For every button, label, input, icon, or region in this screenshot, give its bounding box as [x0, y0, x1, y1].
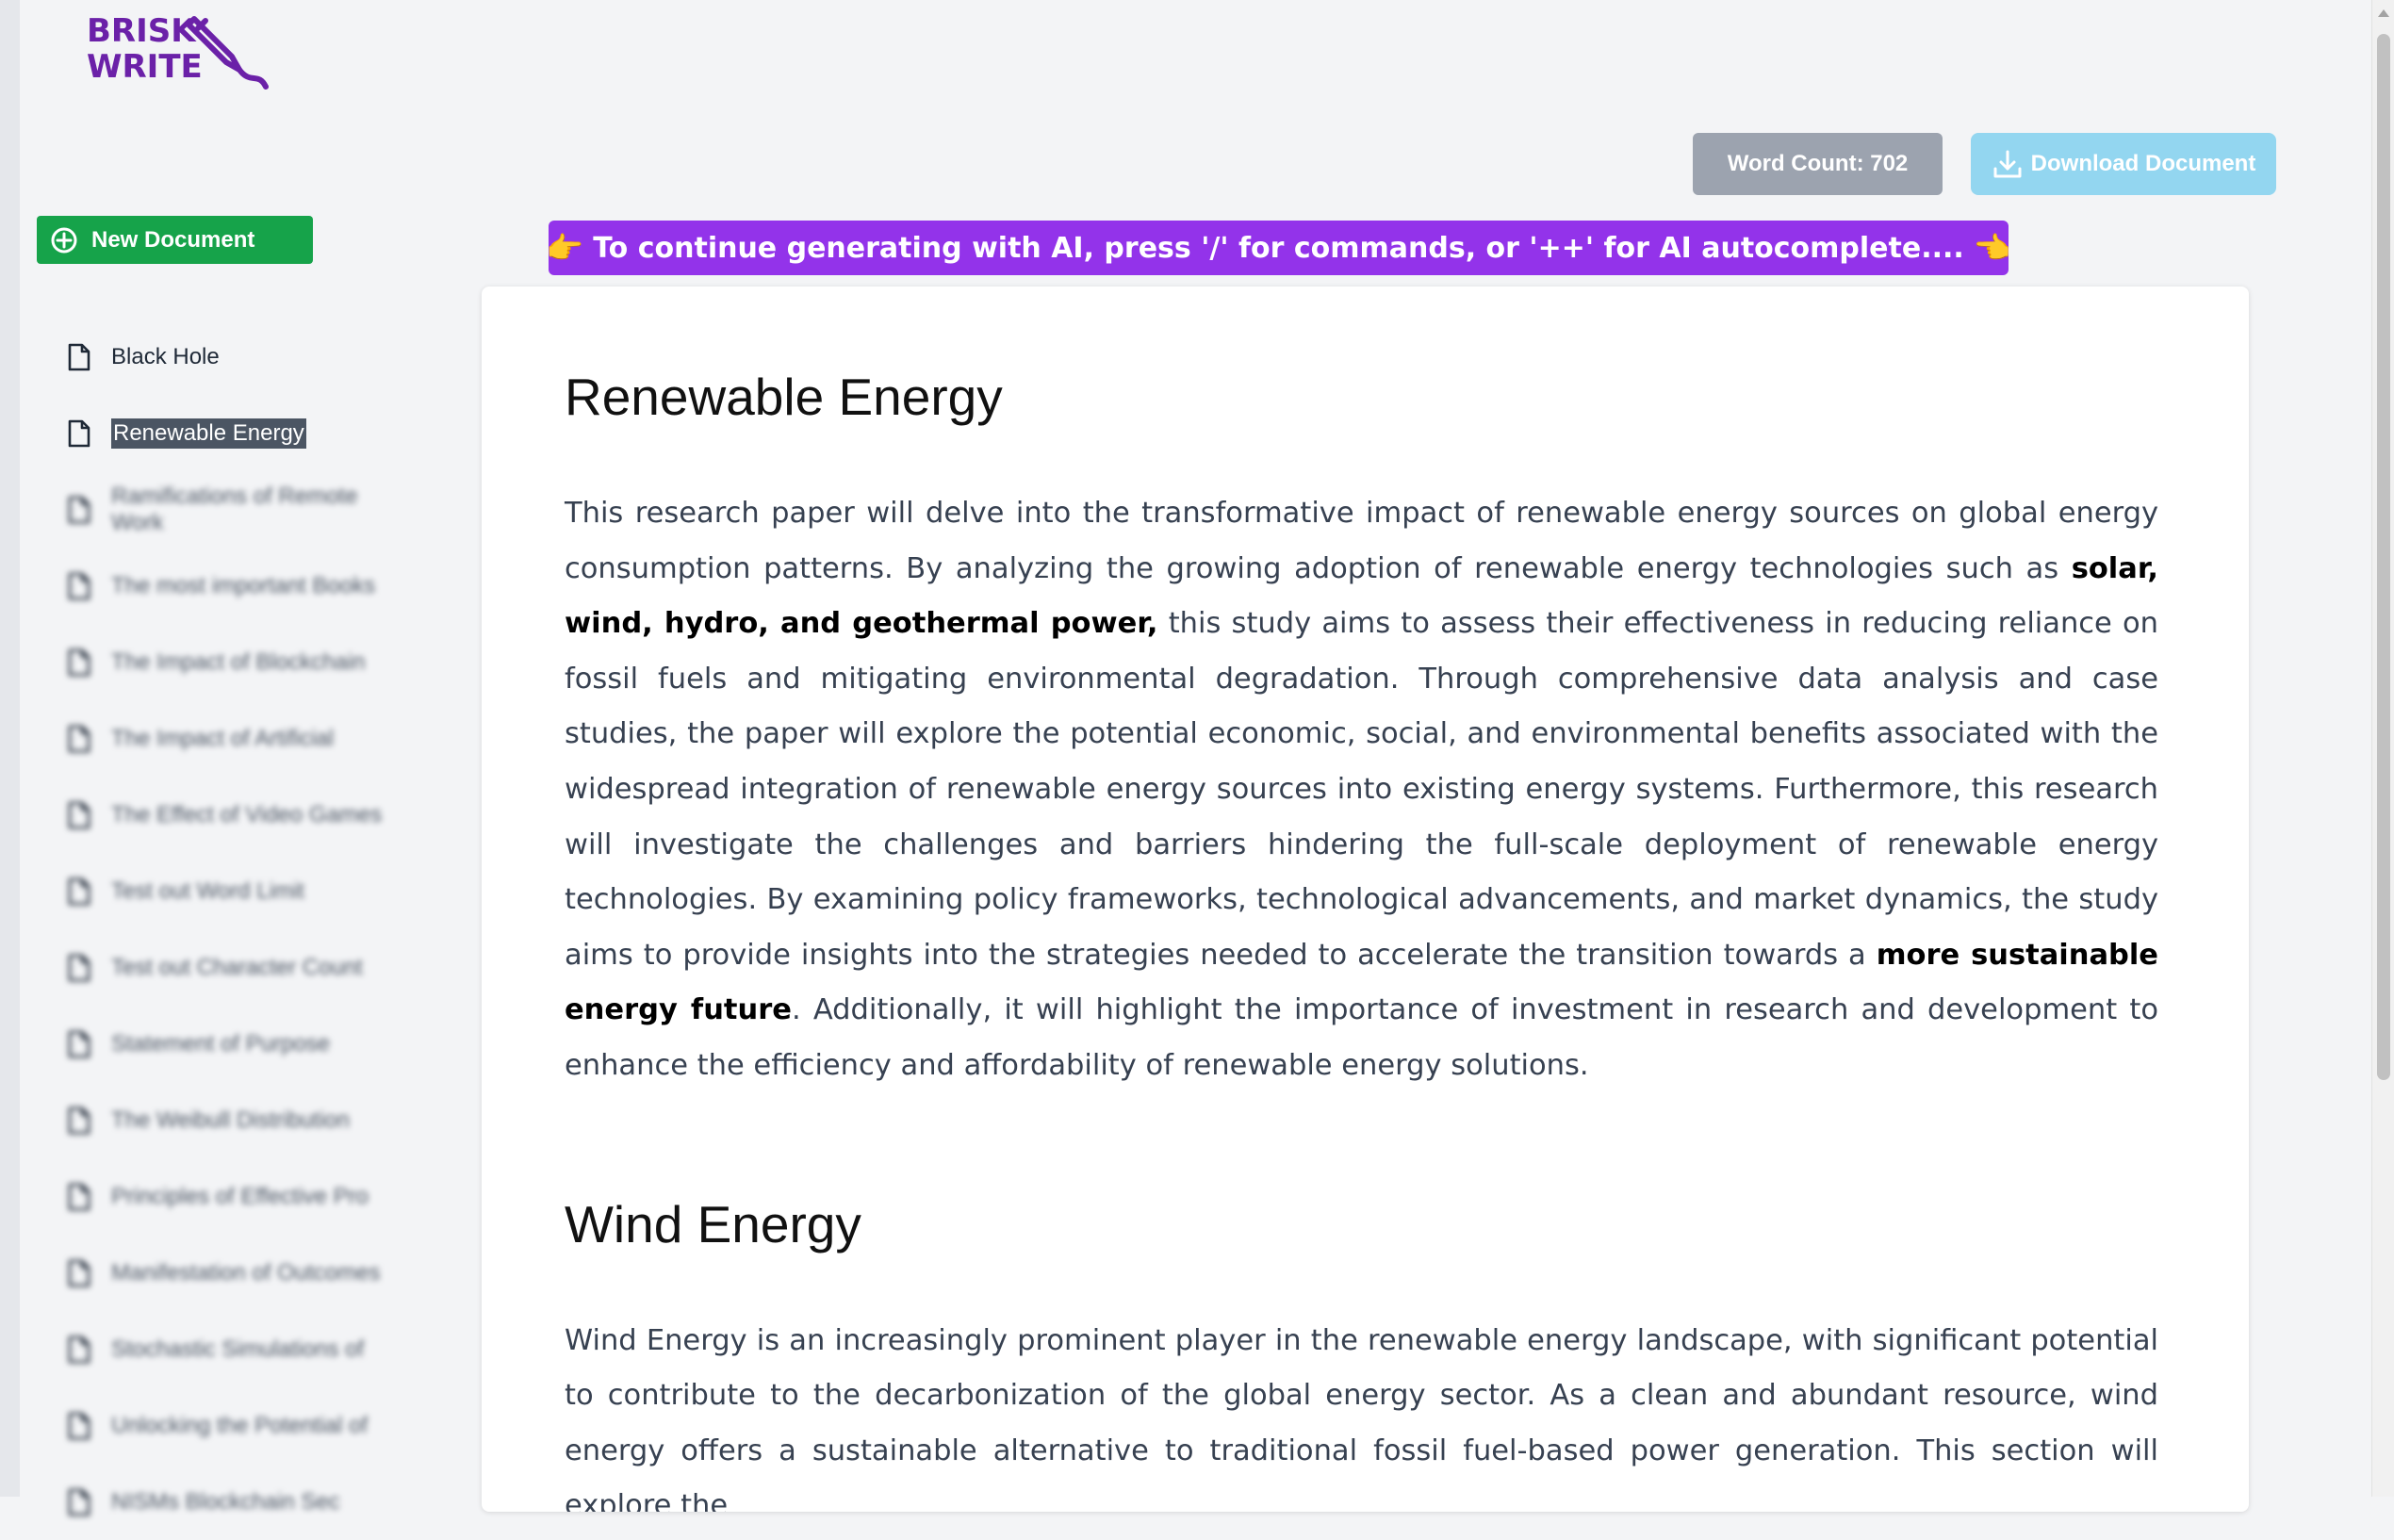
- sidebar-item[interactable]: The Effect of Video Games: [66, 777, 405, 853]
- paragraph-1-text-c: . Additionally, it will highlight the im…: [565, 993, 2158, 1082]
- sidebar-item[interactable]: The most important Books: [66, 548, 405, 624]
- left-edge-strip: [0, 0, 20, 1497]
- sidebar-item-label: The most important Books: [111, 572, 376, 598]
- sidebar-item[interactable]: NISMs Blockchain Sec: [66, 1464, 405, 1540]
- document-icon: [68, 1335, 90, 1363]
- sidebar-item[interactable]: Unlocking the Potential of: [66, 1387, 405, 1464]
- document-icon: [68, 725, 90, 752]
- sidebar-item-label: Stochastic Simulations of: [111, 1335, 365, 1362]
- sidebar-item-label: Unlocking the Potential of: [111, 1412, 369, 1438]
- sidebar-item[interactable]: Statement of Purpose: [66, 1006, 405, 1082]
- document-icon: [68, 954, 90, 981]
- download-icon: [1993, 150, 2022, 178]
- sidebar-item-label: The Impact of Artificial: [111, 725, 335, 751]
- paragraph-renewable-energy[interactable]: This research paper will delve into the …: [565, 486, 2158, 1094]
- page-scrollbar[interactable]: [2371, 0, 2394, 1497]
- sidebar-item[interactable]: The Impact of Blockchain: [66, 624, 405, 700]
- plus-circle-icon: [51, 227, 77, 253]
- document-icon: [68, 648, 90, 676]
- document-icon: [68, 572, 90, 599]
- document-icon: [68, 1488, 90, 1515]
- sidebar-item-label: Manifestation of Outcomes: [111, 1259, 381, 1286]
- sidebar-item-label: The Impact of Blockchain: [111, 648, 366, 675]
- download-document-label: Download Document: [2030, 151, 2256, 176]
- sidebar-item[interactable]: The Impact of Artificial: [66, 700, 405, 777]
- new-document-label: New Document: [91, 226, 255, 253]
- heading-renewable-energy[interactable]: Renewable Energy: [565, 364, 2158, 430]
- sidebar-item-label: The Effect of Video Games: [111, 801, 383, 827]
- sidebar-item[interactable]: Black Hole: [66, 319, 405, 395]
- sidebar-item-label: Statement of Purpose: [111, 1030, 331, 1057]
- scroll-up-arrow-icon[interactable]: [2378, 9, 2389, 17]
- sidebar-item-label: Black Hole: [111, 343, 220, 369]
- word-count-label: Word Count: 702: [1727, 151, 1909, 176]
- document-icon: [68, 1106, 90, 1134]
- pointing-left-hand-icon: 👈: [1973, 230, 2011, 266]
- paragraph-1-text-b: this study aims to assess their effectiv…: [565, 607, 2159, 972]
- ai-hint-text: To continue generating with AI, press '/…: [593, 231, 1964, 265]
- sidebar-item-label: Test out Character Count: [111, 954, 363, 980]
- document-icon: [68, 1030, 90, 1057]
- sidebar-item-label: Principles of Effective Pro: [111, 1183, 369, 1209]
- sidebar-item[interactable]: Manifestation of Outcomes: [66, 1235, 405, 1311]
- sidebar-item-label: Renewable Energy: [111, 418, 306, 449]
- ai-hint-banner: 👉 To continue generating with AI, press …: [546, 221, 2011, 275]
- sidebar-item[interactable]: Renewable Energy: [66, 395, 405, 471]
- document-icon: [68, 1183, 90, 1210]
- document-icon: [68, 419, 90, 447]
- sidebar-item[interactable]: Test out Word Limit: [66, 853, 405, 929]
- pointing-right-hand-icon: 👉: [546, 230, 584, 266]
- brisk-write-logo[interactable]: BRISK WRITE: [87, 13, 275, 92]
- sidebar-item[interactable]: Principles of Effective Pro: [66, 1158, 405, 1235]
- download-document-button[interactable]: Download Document: [1971, 133, 2276, 195]
- document-icon: [68, 343, 90, 370]
- document-icon: [68, 1412, 90, 1439]
- document-icon: [68, 801, 90, 828]
- sidebar-item-label: Test out Word Limit: [111, 877, 304, 904]
- sidebar-item[interactable]: The Weibull Distribution: [66, 1082, 405, 1158]
- word-count-badge: Word Count: 702: [1693, 133, 1943, 195]
- sidebar-item-label: Ramifications of Remote Work: [111, 483, 358, 535]
- document-list: Black Hole Renewable Energy Ramifications …: [66, 319, 405, 1540]
- new-document-button[interactable]: New Document: [37, 216, 313, 264]
- heading-wind-energy[interactable]: Wind Energy: [565, 1191, 2158, 1257]
- sidebar-item[interactable]: Stochastic Simulations of: [66, 1311, 405, 1387]
- paragraph-1-text-a: This research paper will delve into the …: [565, 497, 2158, 585]
- sidebar-item[interactable]: Ramifications of Remote Work: [66, 471, 405, 548]
- document-icon: [68, 877, 90, 905]
- sidebar-item[interactable]: Test out Character Count: [66, 929, 405, 1006]
- document-icon: [68, 496, 90, 523]
- document-editor[interactable]: Renewable Energy This research paper wil…: [482, 287, 2249, 1512]
- sidebar-item-label: NISMs Blockchain Sec: [111, 1488, 340, 1515]
- sidebar-item-label: The Weibull Distribution: [111, 1106, 350, 1133]
- paragraph-wind-energy[interactable]: Wind Energy is an increasingly prominent…: [565, 1314, 2158, 1512]
- document-icon: [68, 1259, 90, 1286]
- scroll-thumb[interactable]: [2377, 34, 2390, 1080]
- pen-icon: [186, 16, 269, 90]
